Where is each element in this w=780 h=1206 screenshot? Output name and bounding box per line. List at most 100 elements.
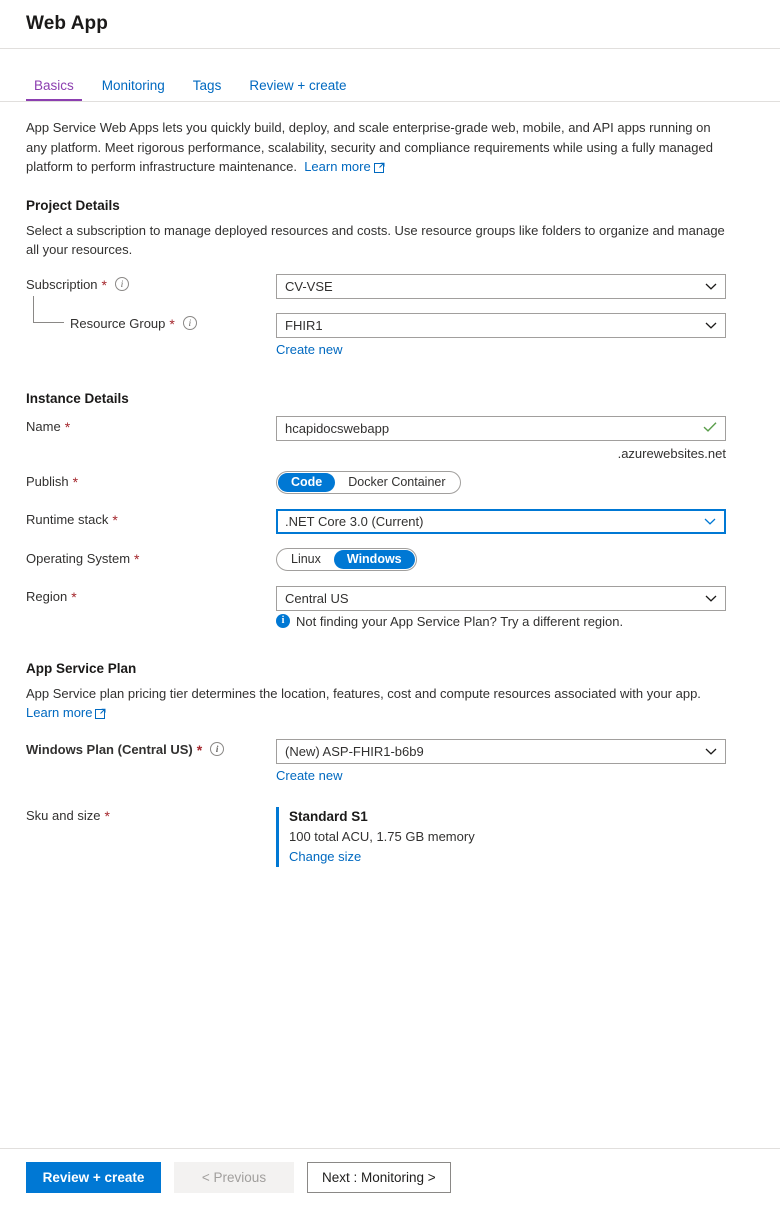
info-circle-icon[interactable]: i [115, 277, 129, 291]
resource-group-label: Resource Group [70, 315, 166, 331]
app-service-plan-heading: App Service Plan [26, 660, 137, 676]
row-windows-plan: Windows Plan (Central US) * i (New) ASP-… [26, 738, 754, 783]
runtime-stack-select[interactable]: .NET Core 3.0 (Current) [276, 508, 726, 534]
required-asterisk: * [71, 589, 77, 605]
resource-group-value: FHIR1 [285, 317, 323, 333]
external-link-icon [373, 159, 385, 179]
required-asterisk: * [134, 551, 140, 567]
publish-option-code[interactable]: Code [278, 472, 336, 492]
required-asterisk: * [196, 742, 203, 758]
windows-plan-field-col: (New) ASP-FHIR1-b6b9 Create new [276, 738, 754, 783]
required-asterisk: * [64, 419, 71, 435]
region-note-text: Not finding your App Service Plan? Try a… [296, 613, 624, 629]
subscription-select[interactable]: CV-VSE [276, 273, 726, 299]
info-circle-icon[interactable]: i [210, 742, 225, 756]
name-value: hcapidocswebapp [285, 420, 390, 436]
chevron-down-icon [705, 744, 717, 759]
project-details-description: Select a subscription to manage deployed… [26, 222, 725, 258]
name-domain-suffix: .azurewebsites.net [617, 445, 726, 461]
row-runtime-stack: Runtime stack * .NET Core 3.0 (Current) [26, 508, 754, 534]
change-size-link[interactable]: Change size [289, 849, 361, 864]
publish-option-docker-container[interactable]: Docker Container [335, 473, 458, 492]
wizard-footer: Review + create < Previous Next : Monito… [0, 1148, 780, 1206]
learn-more-link-plan[interactable]: Learn more [26, 705, 92, 720]
row-publish: Publish * Code Docker Container [26, 470, 754, 495]
runtime-stack-label: Runtime stack [26, 511, 109, 527]
tab-review-create[interactable]: Review + create [239, 78, 356, 101]
sku-field-col: Standard S1 100 total ACU, 1.75 GB memor… [276, 805, 754, 867]
name-input[interactable]: hcapidocswebapp [276, 415, 726, 441]
resource-group-field-col: FHIR1 Create new [276, 312, 754, 357]
row-resource-group: Resource Group * i FHIR1 Create new [26, 295, 754, 357]
row-operating-system: Operating System * Linux Windows [26, 547, 754, 572]
chevron-down-icon [704, 514, 716, 529]
name-label-group: Name * [26, 416, 276, 435]
create-new-plan-link[interactable]: Create new [276, 768, 342, 783]
chevron-down-icon [705, 279, 717, 294]
previous-button: < Previous [174, 1162, 294, 1193]
required-asterisk: * [104, 808, 110, 824]
name-label: Name [26, 418, 61, 434]
region-field-col: Central US i Not finding your App Servic… [276, 585, 754, 629]
resource-group-create-new-wrap: Create new [276, 342, 754, 357]
publish-label-group: Publish * [26, 471, 276, 490]
info-circle-icon[interactable]: i [182, 316, 197, 330]
publish-label: Publish [26, 473, 69, 489]
form-content: App Service Web Apps lets you quickly bu… [0, 102, 780, 867]
runtime-stack-value: .NET Core 3.0 (Current) [285, 513, 424, 529]
app-service-plan-description: App Service plan pricing tier determines… [26, 684, 726, 725]
required-asterisk: * [72, 474, 79, 490]
subscription-value: CV-VSE [285, 278, 333, 294]
sku-change-size-wrap: Change size [289, 847, 754, 866]
subscription-label: Subscription [26, 276, 98, 292]
windows-plan-label-group: Windows Plan (Central US) * i [26, 739, 276, 757]
region-label: Region [26, 588, 68, 604]
row-subscription: Subscription * i CV-VSE [26, 273, 754, 299]
row-name: Name * hcapidocswebapp .azurewebsites.ne… [26, 415, 754, 461]
subscription-field-col: CV-VSE [276, 273, 754, 299]
project-details-heading: Project Details [26, 197, 120, 213]
tree-connector [33, 295, 64, 323]
windows-plan-value: (New) ASP-FHIR1-b6b9 [285, 743, 424, 759]
checkmark-icon [703, 421, 717, 436]
runtime-stack-label-group: Runtime stack * [26, 509, 276, 528]
windows-plan-create-new-wrap: Create new [276, 768, 754, 783]
next-monitoring-button[interactable]: Next : Monitoring > [307, 1162, 451, 1193]
operating-system-toggle-group: Linux Windows [276, 547, 417, 571]
name-field-col: hcapidocswebapp .azurewebsites.net [276, 415, 754, 461]
os-option-linux[interactable]: Linux [278, 550, 334, 569]
page-title: Web App [26, 13, 108, 34]
app-service-plan-description-text: App Service plan pricing tier determines… [26, 685, 701, 701]
sku-and-size-label: Sku and size [26, 807, 101, 823]
chevron-down-icon [705, 318, 717, 333]
row-sku-and-size: Sku and size * Standard S1 100 total ACU… [26, 805, 754, 867]
region-select[interactable]: Central US [276, 585, 726, 611]
learn-more-link-intro[interactable]: Learn more [304, 159, 370, 174]
region-label-group: Region * [26, 586, 276, 605]
windows-plan-label: Windows Plan (Central US) [26, 741, 193, 757]
sku-label-group: Sku and size * [26, 805, 276, 824]
os-option-windows[interactable]: Windows [333, 549, 415, 569]
page-header: Web App [0, 0, 780, 49]
runtime-stack-field-col: .NET Core 3.0 (Current) [276, 508, 754, 534]
review-create-button[interactable]: Review + create [26, 1162, 161, 1193]
create-new-resource-group-link[interactable]: Create new [276, 342, 342, 357]
external-link-icon [95, 705, 106, 725]
tab-monitoring[interactable]: Monitoring [92, 78, 175, 101]
windows-plan-select[interactable]: (New) ASP-FHIR1-b6b9 [276, 738, 726, 764]
required-asterisk: * [101, 277, 107, 293]
tabstrip: Basics Monitoring Tags Review + create [0, 49, 780, 102]
sku-details: 100 total ACU, 1.75 GB memory [289, 828, 475, 844]
info-filled-icon: i [276, 614, 290, 628]
operating-system-label: Operating System [26, 550, 131, 566]
sku-tier: Standard S1 [289, 808, 368, 824]
region-value: Central US [285, 590, 349, 606]
tab-tags[interactable]: Tags [183, 78, 232, 101]
sku-card: Standard S1 100 total ACU, 1.75 GB memor… [276, 806, 754, 867]
intro-paragraph: App Service Web Apps lets you quickly bu… [26, 118, 726, 179]
publish-toggle-group: Code Docker Container [276, 470, 461, 494]
required-asterisk: * [112, 512, 118, 528]
tab-basics[interactable]: Basics [24, 78, 84, 101]
resource-group-select[interactable]: FHIR1 [276, 312, 726, 338]
required-asterisk: * [169, 316, 175, 332]
